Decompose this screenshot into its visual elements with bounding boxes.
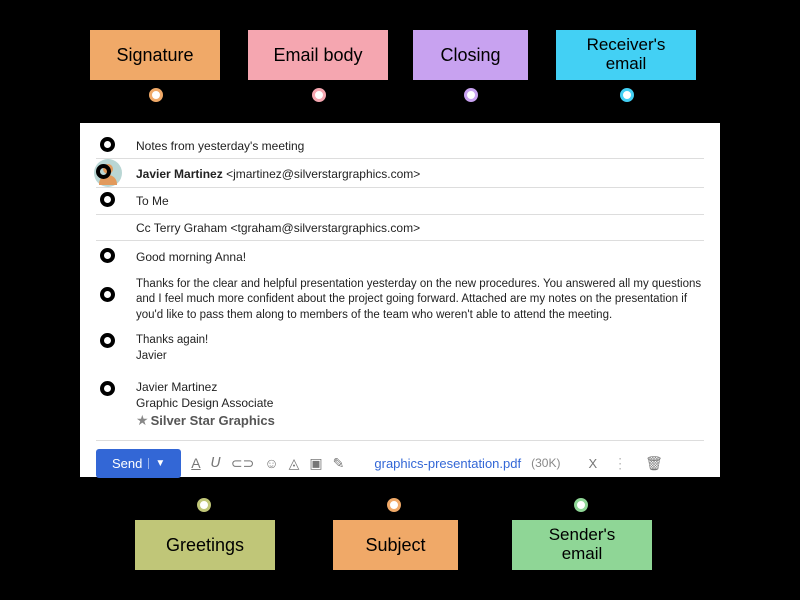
label-email-body[interactable]: Email body xyxy=(248,30,388,80)
sig-company: Silver Star Graphics xyxy=(151,413,275,428)
signature-block: Javier Martinez Graphic Design Associate… xyxy=(96,371,704,434)
greeting-text: Good morning Anna! xyxy=(136,250,246,264)
send-dropdown-icon[interactable]: ▼ xyxy=(148,458,165,469)
closing-thanks: Thanks again! xyxy=(136,334,208,346)
attachment-remove-icon[interactable]: X xyxy=(588,456,597,471)
to-line: To Me xyxy=(96,188,704,214)
sig-name: Javier Martinez xyxy=(136,380,217,394)
attachment-size: (30K) xyxy=(531,456,560,470)
star-icon: ★ xyxy=(136,412,149,428)
marker-to xyxy=(100,192,115,207)
compose-toolbar: Send ▼ A 𝘜 ⊂⊃ ☺ ◬ ▣ ✎ graphics-presentat… xyxy=(96,440,704,478)
send-label: Send xyxy=(112,456,142,471)
cc-line: Cc Terry Graham <tgraham@silverstargraph… xyxy=(96,215,704,241)
closing-block: Thanks again! Javier xyxy=(96,329,704,370)
emoji-icon[interactable]: ☺ xyxy=(264,455,278,471)
marker-body xyxy=(100,287,115,302)
attach-icon[interactable]: 𝘜 xyxy=(211,455,221,472)
send-button[interactable]: Send ▼ xyxy=(96,449,181,478)
link-icon[interactable]: ⊂⊃ xyxy=(231,455,254,472)
format-icon[interactable]: A xyxy=(191,455,200,471)
label-subject[interactable]: Subject xyxy=(333,520,458,570)
subject-text: Notes from yesterday's meeting xyxy=(136,139,304,153)
from-name: Javier Martinez xyxy=(136,167,223,181)
cc-label: Cc Terry Graham xyxy=(136,221,227,235)
label-receivers-email-text: Receiver's email xyxy=(572,36,680,73)
connector-senders-email xyxy=(574,498,588,512)
to-text: To Me xyxy=(136,194,169,208)
body-block: Thanks for the clear and helpful present… xyxy=(96,269,704,330)
cc-email: <tgraham@silverstargraphics.com> xyxy=(230,221,420,235)
label-senders-email[interactable]: Sender's email xyxy=(512,520,652,570)
marker-subject xyxy=(100,137,115,152)
trash-icon[interactable]: 🗑 xyxy=(645,455,663,472)
attachment-name[interactable]: graphics-presentation.pdf xyxy=(374,456,521,471)
connector-receivers-email xyxy=(620,88,634,102)
subject-line: Notes from yesterday's meeting xyxy=(96,133,704,159)
greeting-line: Good morning Anna! xyxy=(96,241,704,269)
connector-subject xyxy=(387,498,401,512)
email-panel: Notes from yesterday's meeting Javier Ma… xyxy=(80,123,720,477)
connector-closing xyxy=(464,88,478,102)
image-icon[interactable]: ▣ xyxy=(309,455,322,472)
label-closing[interactable]: Closing xyxy=(413,30,528,80)
label-senders-email-text: Sender's email xyxy=(528,526,636,563)
marker-closing xyxy=(100,333,115,348)
from-email: <jmartinez@silverstargraphics.com> xyxy=(226,167,420,181)
from-line: Javier Martinez <jmartinez@silverstargra… xyxy=(96,159,704,188)
label-greetings[interactable]: Greetings xyxy=(135,520,275,570)
separator: ⋮ xyxy=(613,455,627,472)
connector-greetings xyxy=(197,498,211,512)
body-text: Thanks for the clear and helpful present… xyxy=(136,278,701,321)
connector-signature xyxy=(149,88,163,102)
label-signature[interactable]: Signature xyxy=(90,30,220,80)
drive-icon[interactable]: ◬ xyxy=(289,455,300,472)
sig-title: Graphic Design Associate xyxy=(136,396,273,410)
more-icon[interactable]: ✎ xyxy=(333,455,345,472)
marker-greeting xyxy=(100,248,115,263)
connector-email-body xyxy=(312,88,326,102)
marker-signature xyxy=(100,381,115,396)
closing-name: Javier xyxy=(136,350,167,362)
label-receivers-email[interactable]: Receiver's email xyxy=(556,30,696,80)
